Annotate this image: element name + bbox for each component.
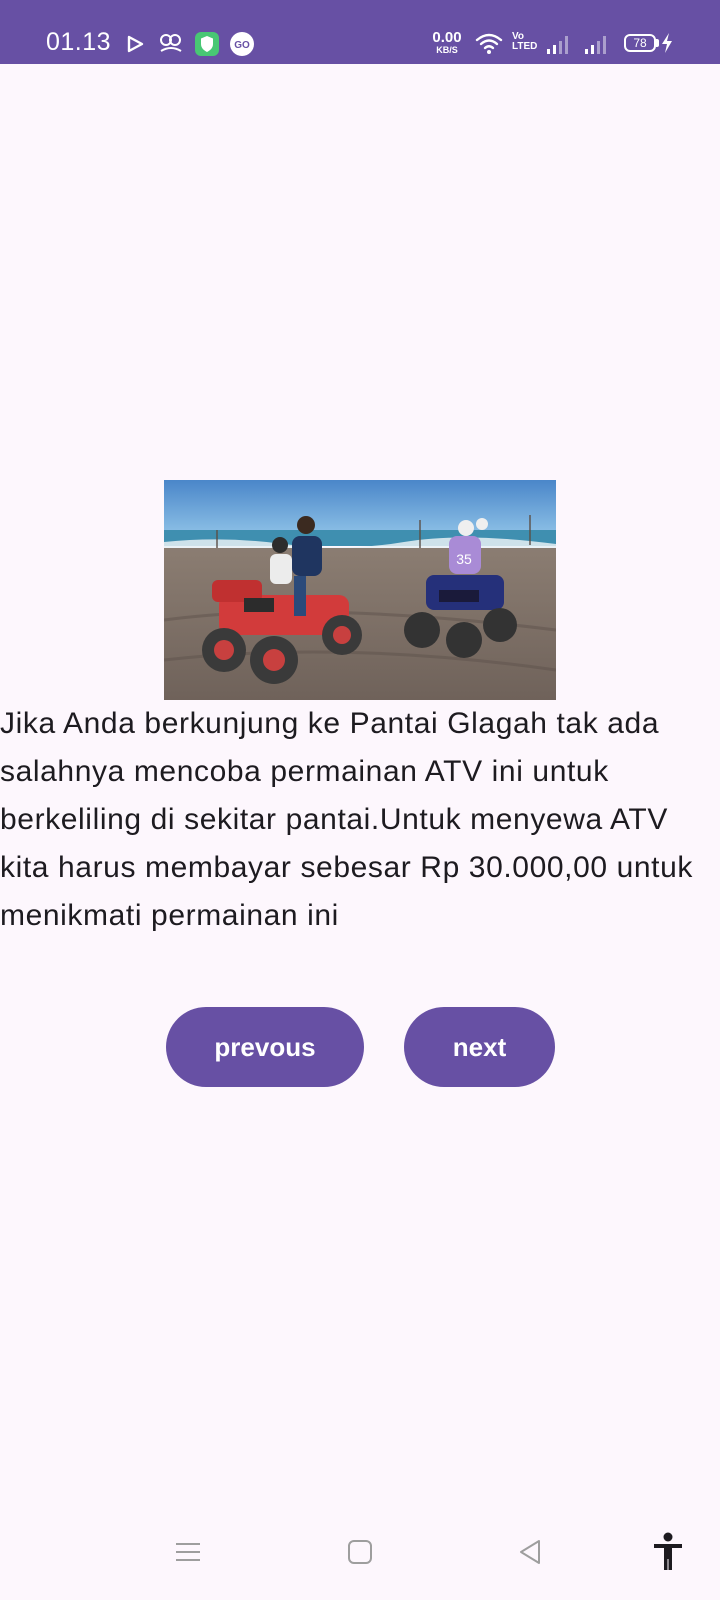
status-bar: 01.13 GO 0.00 KB/S Vo LTED 78	[0, 0, 720, 64]
volte-line2: LTED	[512, 41, 538, 52]
status-time: 01.13	[46, 28, 112, 56]
accessibility-icon[interactable]	[648, 1530, 688, 1574]
vpn-shield-icon	[194, 31, 220, 57]
svg-text:GO: GO	[234, 40, 250, 51]
volte-indicator: Vo LTED	[512, 32, 538, 52]
menu-icon[interactable]	[168, 1532, 208, 1572]
play-store-icon	[124, 33, 146, 55]
svg-text:35: 35	[456, 551, 472, 567]
previous-button[interactable]: prevous	[166, 1007, 364, 1087]
back-icon[interactable]	[510, 1532, 550, 1572]
signal-sim2-icon	[584, 33, 610, 55]
network-speed-unit: KB/S	[436, 45, 458, 55]
network-speed-value: 0.00	[432, 29, 462, 46]
battery-icon: 78	[624, 34, 656, 52]
atv-beach-image: 35	[164, 480, 556, 700]
next-button[interactable]: next	[404, 1007, 555, 1087]
attraction-description: Jika Anda berkunjung ke Pantai Glagah ta…	[0, 707, 693, 932]
go-app-icon: GO	[229, 31, 255, 57]
wifi-icon	[474, 31, 504, 55]
home-icon[interactable]	[340, 1532, 380, 1572]
network-speed: 0.00 KB/S	[430, 30, 464, 55]
navigation-bar	[0, 1512, 720, 1600]
charging-bolt-icon	[660, 32, 674, 54]
signal-sim1-icon	[546, 33, 572, 55]
battery-tip	[656, 39, 659, 47]
app-notification-icon	[158, 31, 184, 55]
